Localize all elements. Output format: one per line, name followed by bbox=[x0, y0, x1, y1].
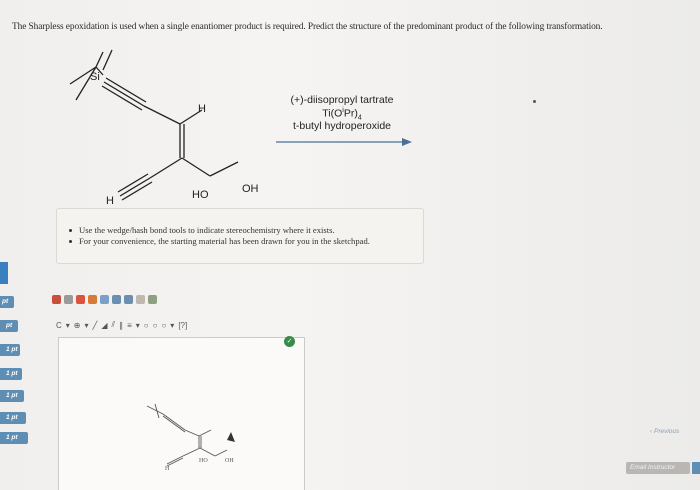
side-tab-2[interactable]: 1 pt bbox=[0, 344, 20, 356]
reaction-arrow bbox=[276, 138, 412, 146]
reagent-titanium-b: Pr) bbox=[343, 107, 358, 120]
email-instructor-button[interactable]: Email Instructor bbox=[626, 462, 690, 474]
chevron-down-icon[interactable]: ▾ bbox=[136, 321, 140, 330]
check-answer-icon[interactable]: ✓ bbox=[284, 336, 295, 347]
email-tab-edge[interactable] bbox=[692, 462, 700, 474]
ring-icon[interactable]: ○ bbox=[153, 321, 158, 330]
hint-item-stereochemistry: Use the wedge/hash bond tools to indicat… bbox=[67, 225, 415, 236]
sketch-toolbar-top bbox=[52, 292, 192, 306]
sketchpad-canvas[interactable]: HO OH H bbox=[58, 337, 305, 490]
lasso-icon[interactable] bbox=[76, 294, 85, 304]
sketch-ho-label: HO bbox=[199, 458, 208, 464]
page: The Sharpless epoxidation is used when a… bbox=[0, 0, 700, 490]
undo-icon[interactable] bbox=[88, 294, 97, 304]
chevron-down-icon[interactable]: ▾ bbox=[85, 321, 89, 330]
triple-bond-icon[interactable]: ≡ bbox=[127, 321, 132, 330]
wedge-bond-icon[interactable]: ◢ bbox=[101, 321, 107, 330]
side-tab-5[interactable]: 1 pt bbox=[0, 412, 26, 424]
reagent-tbhp: t-butyl hydroperoxide bbox=[292, 120, 392, 132]
zoom-out-icon[interactable] bbox=[124, 294, 133, 304]
double-bond-icon[interactable]: ∥ bbox=[119, 321, 123, 330]
clean-icon[interactable] bbox=[148, 294, 157, 304]
sketch-starting-material: HO OH H bbox=[146, 403, 235, 472]
ring-icon[interactable]: ○ bbox=[161, 321, 166, 330]
side-tab-6[interactable]: 1 pt bbox=[0, 432, 28, 444]
hint-box: Use the wedge/hash bond tools to indicat… bbox=[56, 208, 424, 264]
side-tab-3[interactable]: 1 pt bbox=[0, 368, 22, 380]
side-tab-4[interactable]: 1 pt bbox=[0, 390, 24, 402]
hand-tool-icon[interactable] bbox=[52, 294, 61, 304]
bracket-tool[interactable]: [?] bbox=[178, 321, 187, 330]
zoom-in-icon[interactable] bbox=[112, 294, 121, 304]
h-bottom-label: H bbox=[106, 195, 114, 207]
sketch-toolbar-bottom: C ▾ ⊕ ▾ ╱ ◢ ⫽ ∥ ≡ ▾ ○ ○ ○ ▾ [?] bbox=[56, 318, 246, 332]
reaction-scheme: Si H H HO OH (+)-diisopropyl tartrate Ti… bbox=[40, 40, 440, 215]
chevron-down-icon[interactable]: ▾ bbox=[170, 321, 174, 330]
ho-label: HO bbox=[192, 189, 209, 201]
previous-label: Previous bbox=[653, 428, 680, 435]
atom-c-dropdown[interactable]: C bbox=[56, 321, 62, 330]
question-text: The Sharpless epoxidation is used when a… bbox=[12, 22, 603, 32]
stray-dot bbox=[533, 100, 536, 103]
chevron-down-icon[interactable]: ▾ bbox=[66, 321, 70, 330]
template-icon[interactable] bbox=[136, 294, 145, 304]
cursor-icon bbox=[227, 432, 235, 442]
single-bond-icon[interactable]: ╱ bbox=[93, 321, 98, 330]
reagent-titanium-a: Ti(O bbox=[322, 107, 343, 120]
side-tab-1[interactable]: pt bbox=[0, 320, 18, 332]
si-atom-label: Si bbox=[90, 71, 100, 83]
side-tab-marker bbox=[0, 262, 8, 284]
sketch-oh-label: OH bbox=[225, 458, 234, 464]
previous-button[interactable]: ‹ Previous bbox=[650, 428, 698, 440]
eraser-icon[interactable] bbox=[64, 294, 73, 304]
oh-label: OH bbox=[242, 183, 259, 195]
ring-icon[interactable]: ○ bbox=[144, 321, 149, 330]
hash-bond-icon[interactable]: ⫽ bbox=[112, 320, 116, 330]
redo-icon[interactable] bbox=[100, 294, 109, 304]
hint-item-sketchpad: For your convenience, the starting mater… bbox=[67, 236, 415, 247]
h-top-label: H bbox=[198, 103, 206, 115]
sketch-h-label: H bbox=[165, 466, 170, 472]
side-tab-0[interactable]: pt bbox=[0, 296, 14, 308]
charge-icon[interactable]: ⊕ bbox=[74, 321, 81, 330]
reagent-tartrate: (+)-diisopropyl tartrate bbox=[290, 94, 394, 106]
